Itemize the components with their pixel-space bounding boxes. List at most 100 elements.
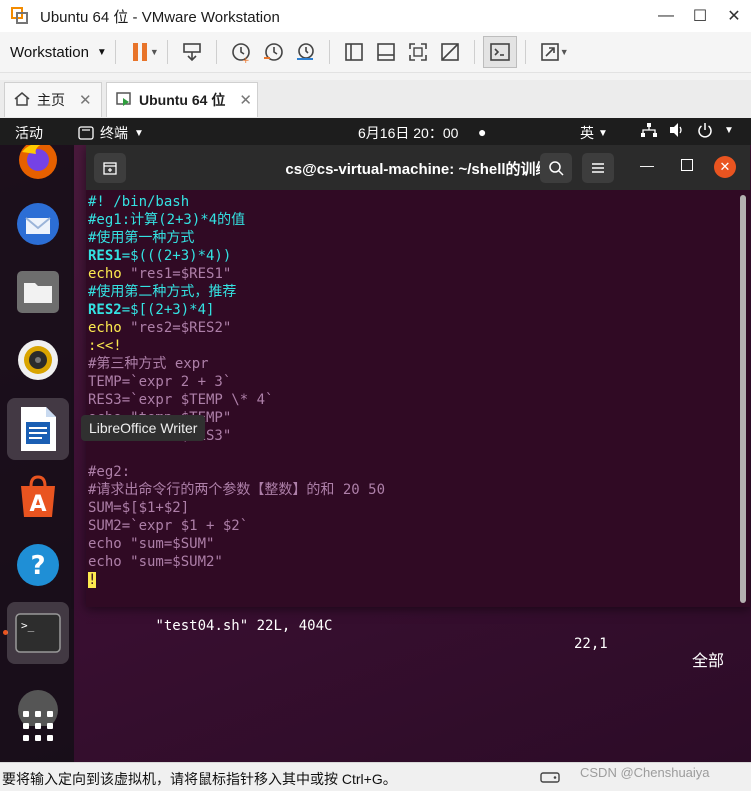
revert-snapshot-button[interactable] bbox=[257, 37, 289, 67]
code-line: :<<! bbox=[88, 338, 122, 354]
svg-text:>_: >_ bbox=[21, 619, 35, 632]
dock-firefox[interactable] bbox=[7, 145, 69, 191]
vim-status-line: "test04.sh" 22L, 404C 22,1 全部 bbox=[88, 599, 736, 670]
console-icon bbox=[489, 43, 510, 61]
unity-mode-button[interactable] bbox=[434, 37, 466, 67]
snapshot-clock-icon: + bbox=[231, 43, 250, 63]
notification-dot-icon: ● bbox=[478, 124, 487, 140]
keyboard-send-icon bbox=[182, 43, 201, 62]
terminal-maximize-button[interactable] bbox=[681, 159, 693, 171]
input-method-label: 英 bbox=[580, 125, 594, 141]
code-line: RES3=`expr $TEMP \* 4` bbox=[88, 392, 274, 408]
toolbar-divider bbox=[114, 40, 116, 64]
activities-button[interactable]: 活动 bbox=[15, 123, 43, 143]
dock-rhythmbox[interactable] bbox=[7, 329, 69, 391]
code-line: #eg1:计算(2+3)*4的值 bbox=[88, 212, 246, 228]
full-screen-button[interactable] bbox=[402, 37, 434, 67]
dock-ubuntu-software[interactable]: A bbox=[7, 466, 69, 528]
terminal-menu-button[interactable] bbox=[582, 153, 614, 183]
vmware-logo-icon bbox=[11, 7, 28, 24]
window-titlebar: Ubuntu 64 位 - VMware Workstation — ☐ ✕ bbox=[0, 0, 751, 32]
tab-home[interactable]: 主页 ✕ bbox=[4, 82, 102, 117]
firefox-icon bbox=[19, 145, 57, 179]
hamburger-menu-icon bbox=[592, 163, 604, 173]
terminal-scrollbar[interactable] bbox=[740, 195, 746, 603]
code-line: #eg2: bbox=[88, 464, 131, 480]
show-library-button[interactable] bbox=[338, 37, 370, 67]
dock-files[interactable] bbox=[7, 261, 69, 323]
terminal-minimize-button[interactable]: — bbox=[640, 157, 654, 173]
terminal-search-button[interactable] bbox=[540, 153, 572, 183]
rhythmbox-speaker-icon bbox=[18, 340, 58, 380]
clock[interactable]: 6月16日 20：00 bbox=[358, 123, 458, 143]
take-snapshot-button[interactable]: + bbox=[225, 37, 257, 67]
chevron-down-icon[interactable]: ▼ bbox=[724, 125, 734, 136]
svg-text:A: A bbox=[29, 492, 46, 517]
hard-disk-icon[interactable] bbox=[540, 769, 560, 788]
volume-icon[interactable] bbox=[668, 122, 686, 141]
dock-libreoffice-writer[interactable] bbox=[7, 398, 69, 460]
svg-text:?: ? bbox=[30, 551, 45, 581]
ubuntu-dock: A ? >_ bbox=[0, 145, 74, 762]
vim-buffer[interactable]: #! /bin/bash #eg1:计算(2+3)*4的值 #使用第一种方式 R… bbox=[88, 193, 736, 670]
terminal-window: cs@cs-virtual-machine: ~/shell的训练 — ✕ #!… bbox=[86, 145, 750, 670]
window-title: Ubuntu 64 位 - VMware Workstation bbox=[40, 8, 280, 26]
vim-cursor: ! bbox=[88, 572, 97, 588]
app-menu-label: 终端 bbox=[100, 125, 128, 141]
fullscreen-icon bbox=[408, 43, 427, 61]
send-ctrl-alt-del-button[interactable] bbox=[176, 37, 208, 67]
tab-ubuntu-vm[interactable]: Ubuntu 64 位 ✕ bbox=[106, 82, 258, 117]
power-icon[interactable] bbox=[697, 122, 713, 141]
files-icon bbox=[17, 271, 59, 313]
code-line: #使用第二种方式，推荐 bbox=[88, 284, 237, 300]
console-view-button[interactable] bbox=[482, 36, 517, 68]
minimize-button[interactable]: — bbox=[649, 0, 683, 32]
gnome-top-bar: 活动 终端 ▼ 6月16日 20：00 ● 英 ▼ ▼ bbox=[0, 118, 751, 145]
ubuntu-desktop: A ? >_ cs@cs-virtual-machine: ~/shell的训练… bbox=[0, 145, 751, 762]
terminal-app-icon bbox=[78, 126, 94, 140]
unity-disabled-icon bbox=[440, 43, 459, 61]
terminal-close-button[interactable]: ✕ bbox=[714, 156, 736, 178]
toolbar-divider bbox=[215, 40, 217, 64]
chevron-down-icon[interactable]: ▼ bbox=[150, 47, 159, 57]
close-icon[interactable]: ✕ bbox=[239, 91, 252, 109]
code-line: echo "res2=$RES2" bbox=[88, 320, 232, 336]
workstation-menu-label: Workstation bbox=[10, 43, 89, 61]
code-line: #使用第一种方式 bbox=[88, 230, 195, 246]
app-menu-terminal[interactable]: 终端 ▼ bbox=[78, 123, 144, 143]
dock-thunderbird[interactable] bbox=[7, 193, 69, 255]
app-grid-icon bbox=[23, 711, 53, 741]
sidebar-layout-icon bbox=[344, 43, 363, 61]
snapshot-manager-icon bbox=[296, 43, 314, 60]
close-window-button[interactable]: ✕ bbox=[717, 0, 751, 32]
vmware-status-bar: 要将输入定向到该虚拟机，请将鼠标指针移入其中或按 Ctrl+G。 CSDN @C… bbox=[0, 762, 751, 791]
toolbar-divider bbox=[328, 40, 330, 64]
maximize-button[interactable]: ☐ bbox=[683, 0, 717, 32]
vm-running-icon bbox=[115, 90, 133, 111]
vim-file-info: "test04.sh" 22L, 404C bbox=[155, 618, 333, 634]
home-icon bbox=[13, 90, 31, 111]
code-line: echo "sum=$SUM2" bbox=[88, 554, 223, 570]
snapshot-manager-button[interactable] bbox=[289, 37, 321, 67]
search-icon bbox=[549, 161, 564, 176]
code-line: TEMP=`expr 2 + 3` bbox=[88, 374, 232, 390]
close-icon[interactable]: ✕ bbox=[79, 91, 92, 109]
code-line: ! bbox=[88, 571, 736, 589]
terminal-icon: >_ bbox=[15, 613, 61, 653]
chevron-down-icon: ▼ bbox=[134, 127, 144, 139]
thumbnail-bar-button[interactable] bbox=[370, 37, 402, 67]
code-line: RES1=$(((2+3)*4)) bbox=[88, 248, 232, 264]
network-icon[interactable] bbox=[640, 122, 658, 141]
chevron-down-icon[interactable]: ▼ bbox=[560, 47, 569, 57]
code-line: RES2=$[(2+3)*4] bbox=[88, 302, 215, 318]
snapshot-revert-icon bbox=[263, 43, 283, 61]
code-line: SUM=$[$1+$2] bbox=[88, 500, 190, 516]
toolbar-divider bbox=[473, 40, 475, 64]
dock-terminal[interactable]: >_ bbox=[7, 602, 69, 664]
dock-help[interactable]: ? bbox=[7, 534, 69, 596]
ubuntu-software-icon: A bbox=[21, 475, 55, 517]
input-method-menu[interactable]: 英 ▼ bbox=[580, 123, 608, 143]
show-applications-button[interactable] bbox=[7, 695, 69, 757]
csdn-watermark: CSDN @Chenshuaiya bbox=[580, 765, 710, 780]
workstation-menu[interactable]: Workstation ▼ bbox=[10, 44, 107, 61]
